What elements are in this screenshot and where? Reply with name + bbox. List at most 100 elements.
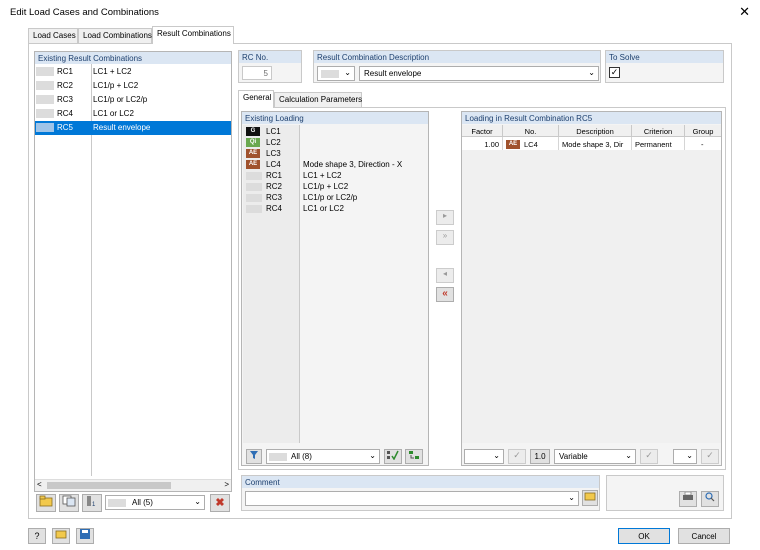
scrollbar-thumb[interactable]	[47, 482, 171, 489]
open-button[interactable]	[52, 528, 70, 544]
tab-calculation-parameters[interactable]: Calculation Parameters	[274, 92, 362, 107]
rc-id: RC2	[57, 81, 74, 90]
search-button[interactable]	[701, 491, 719, 507]
comment-field[interactable]: ⌄	[245, 491, 579, 506]
help-button[interactable]: ?	[28, 528, 46, 544]
column-header-description[interactable]: Description	[559, 125, 632, 137]
print-button[interactable]	[679, 491, 697, 507]
group-select[interactable]: ⌄	[673, 449, 697, 464]
tab-load-combinations[interactable]: Load Combinations	[78, 28, 152, 43]
rc-desc: LC1/p or LC2/p	[93, 95, 148, 104]
rc-description-label: Result Combination Description	[314, 51, 600, 63]
arrange-button[interactable]	[405, 449, 423, 464]
rc-row[interactable]: RC3 LC1/p or LC2/p	[35, 93, 231, 107]
load-type-badge: AE	[246, 149, 260, 158]
delete-icon: ✖	[215, 497, 225, 509]
remove-button[interactable]: ◂	[436, 268, 454, 283]
loading-row[interactable]: RC2 LC1/p + LC2	[242, 181, 428, 192]
add-button[interactable]: ▸	[436, 210, 454, 225]
to-solve-checkbox[interactable]: ✓	[609, 67, 620, 78]
close-icon[interactable]: ✕	[739, 4, 750, 20]
select-all-button[interactable]	[384, 449, 402, 464]
table-empty-area	[462, 150, 721, 443]
loading-row[interactable]: Qi LC2	[242, 137, 428, 148]
apply-group-button[interactable]: ✓	[701, 449, 719, 464]
scroll-left-icon[interactable]: <	[37, 480, 42, 489]
renumber-button[interactable]: 1	[82, 494, 102, 512]
ok-button[interactable]: OK	[618, 528, 670, 544]
horizontal-scrollbar[interactable]: < >	[35, 479, 231, 491]
no-cell: LC4	[524, 140, 538, 149]
cancel-button[interactable]: Cancel	[678, 528, 730, 544]
tab-load-cases[interactable]: Load Cases	[28, 28, 78, 43]
extra-actions-group	[606, 475, 724, 511]
color-swatch	[246, 183, 262, 191]
arrange-icon	[409, 451, 419, 459]
column-header-no[interactable]: No.	[503, 125, 559, 137]
loading-desc: LC1/p + LC2	[303, 182, 349, 191]
tab-general[interactable]: General	[238, 90, 274, 108]
loading-row[interactable]: AE LC3	[242, 148, 428, 159]
chevron-down-icon: ⌄	[588, 68, 595, 77]
add-all-button[interactable]: »	[436, 230, 454, 245]
factor-cell[interactable]: 1.00	[484, 140, 499, 149]
search-icon	[705, 492, 715, 502]
factor-one-button[interactable]: 1.0	[530, 449, 550, 464]
factor-select[interactable]: ⌄	[464, 449, 504, 464]
delete-rc-button[interactable]: ✖	[210, 494, 230, 512]
loading-id: RC2	[266, 182, 283, 191]
new-rc-button[interactable]	[36, 494, 56, 512]
print-icon	[683, 491, 693, 500]
window-title: Edit Load Cases and Combinations	[10, 7, 159, 18]
to-solve-group: To Solve ✓	[605, 50, 724, 83]
color-swatch	[246, 172, 262, 180]
group-cell[interactable]: -	[701, 140, 704, 149]
column-header-group[interactable]: Group	[685, 125, 721, 137]
description-select[interactable]: Result envelope ⌄	[359, 66, 599, 81]
tab-result-combinations[interactable]: Result Combinations	[152, 26, 234, 44]
criterion-select[interactable]: Variable ⌄	[554, 449, 636, 464]
loading-row[interactable]: AE LC4 Mode shape 3, Direction - X	[242, 159, 428, 170]
help-icon: ?	[34, 531, 40, 541]
save-button[interactable]	[76, 528, 94, 544]
rc-row-selected[interactable]: RC5 Result envelope	[35, 121, 231, 135]
rc-no-label: RC No.	[239, 51, 301, 63]
comment-edit-button[interactable]	[582, 490, 598, 506]
loading-id: LC2	[266, 138, 281, 147]
apply-factor-button[interactable]: ✓	[508, 449, 526, 464]
open-folder-icon	[55, 530, 67, 539]
load-type-badge: AE	[246, 160, 260, 169]
column-header-factor[interactable]: Factor	[462, 125, 503, 137]
loading-row[interactable]: RC1 LC1 + LC2	[242, 170, 428, 181]
copy-rc-button[interactable]	[59, 494, 79, 512]
rc-id: RC4	[57, 109, 74, 118]
save-icon	[80, 529, 90, 539]
remove-all-button[interactable]: «	[436, 287, 454, 302]
table-row[interactable]: 1.00 AE LC4 Mode shape 3, Dir Permanent …	[462, 138, 721, 150]
loading-row[interactable]: RC3 LC1/p or LC2/p	[242, 192, 428, 203]
scroll-right-icon[interactable]: >	[224, 480, 229, 489]
loading-row[interactable]: G LC1	[242, 126, 428, 137]
loading-table: Factor No. Description Criterion Group 1…	[462, 125, 721, 443]
rc-row[interactable]: RC4 LC1 or LC2	[35, 107, 231, 121]
comment-group: Comment ⌄	[241, 475, 600, 511]
criterion-cell[interactable]: Permanent	[635, 140, 672, 149]
rc-filter-select[interactable]: All (5) ⌄	[105, 495, 205, 510]
comment-label: Comment	[242, 476, 599, 488]
chevron-down-icon: ⌄	[625, 451, 632, 460]
rc-id: RC1	[57, 67, 74, 76]
description-type-select[interactable]: ⌄	[317, 66, 355, 81]
loading-row[interactable]: RC4 LC1 or LC2	[242, 203, 428, 214]
color-swatch	[321, 70, 339, 78]
apply-criterion-button[interactable]: ✓	[640, 449, 658, 464]
loading-filter-select[interactable]: All (8) ⌄	[266, 449, 380, 464]
load-type-badge: AE	[506, 140, 520, 149]
rc-no-field[interactable]: 5	[242, 66, 272, 80]
rc-row[interactable]: RC1 LC1 + LC2	[35, 65, 231, 79]
filter-button[interactable]	[246, 449, 262, 464]
rc-id: RC3	[57, 95, 74, 104]
rc-row[interactable]: RC2 LC1/p + LC2	[35, 79, 231, 93]
color-swatch	[36, 109, 54, 118]
description-value: Result envelope	[364, 69, 422, 78]
column-header-criterion[interactable]: Criterion	[632, 125, 685, 137]
